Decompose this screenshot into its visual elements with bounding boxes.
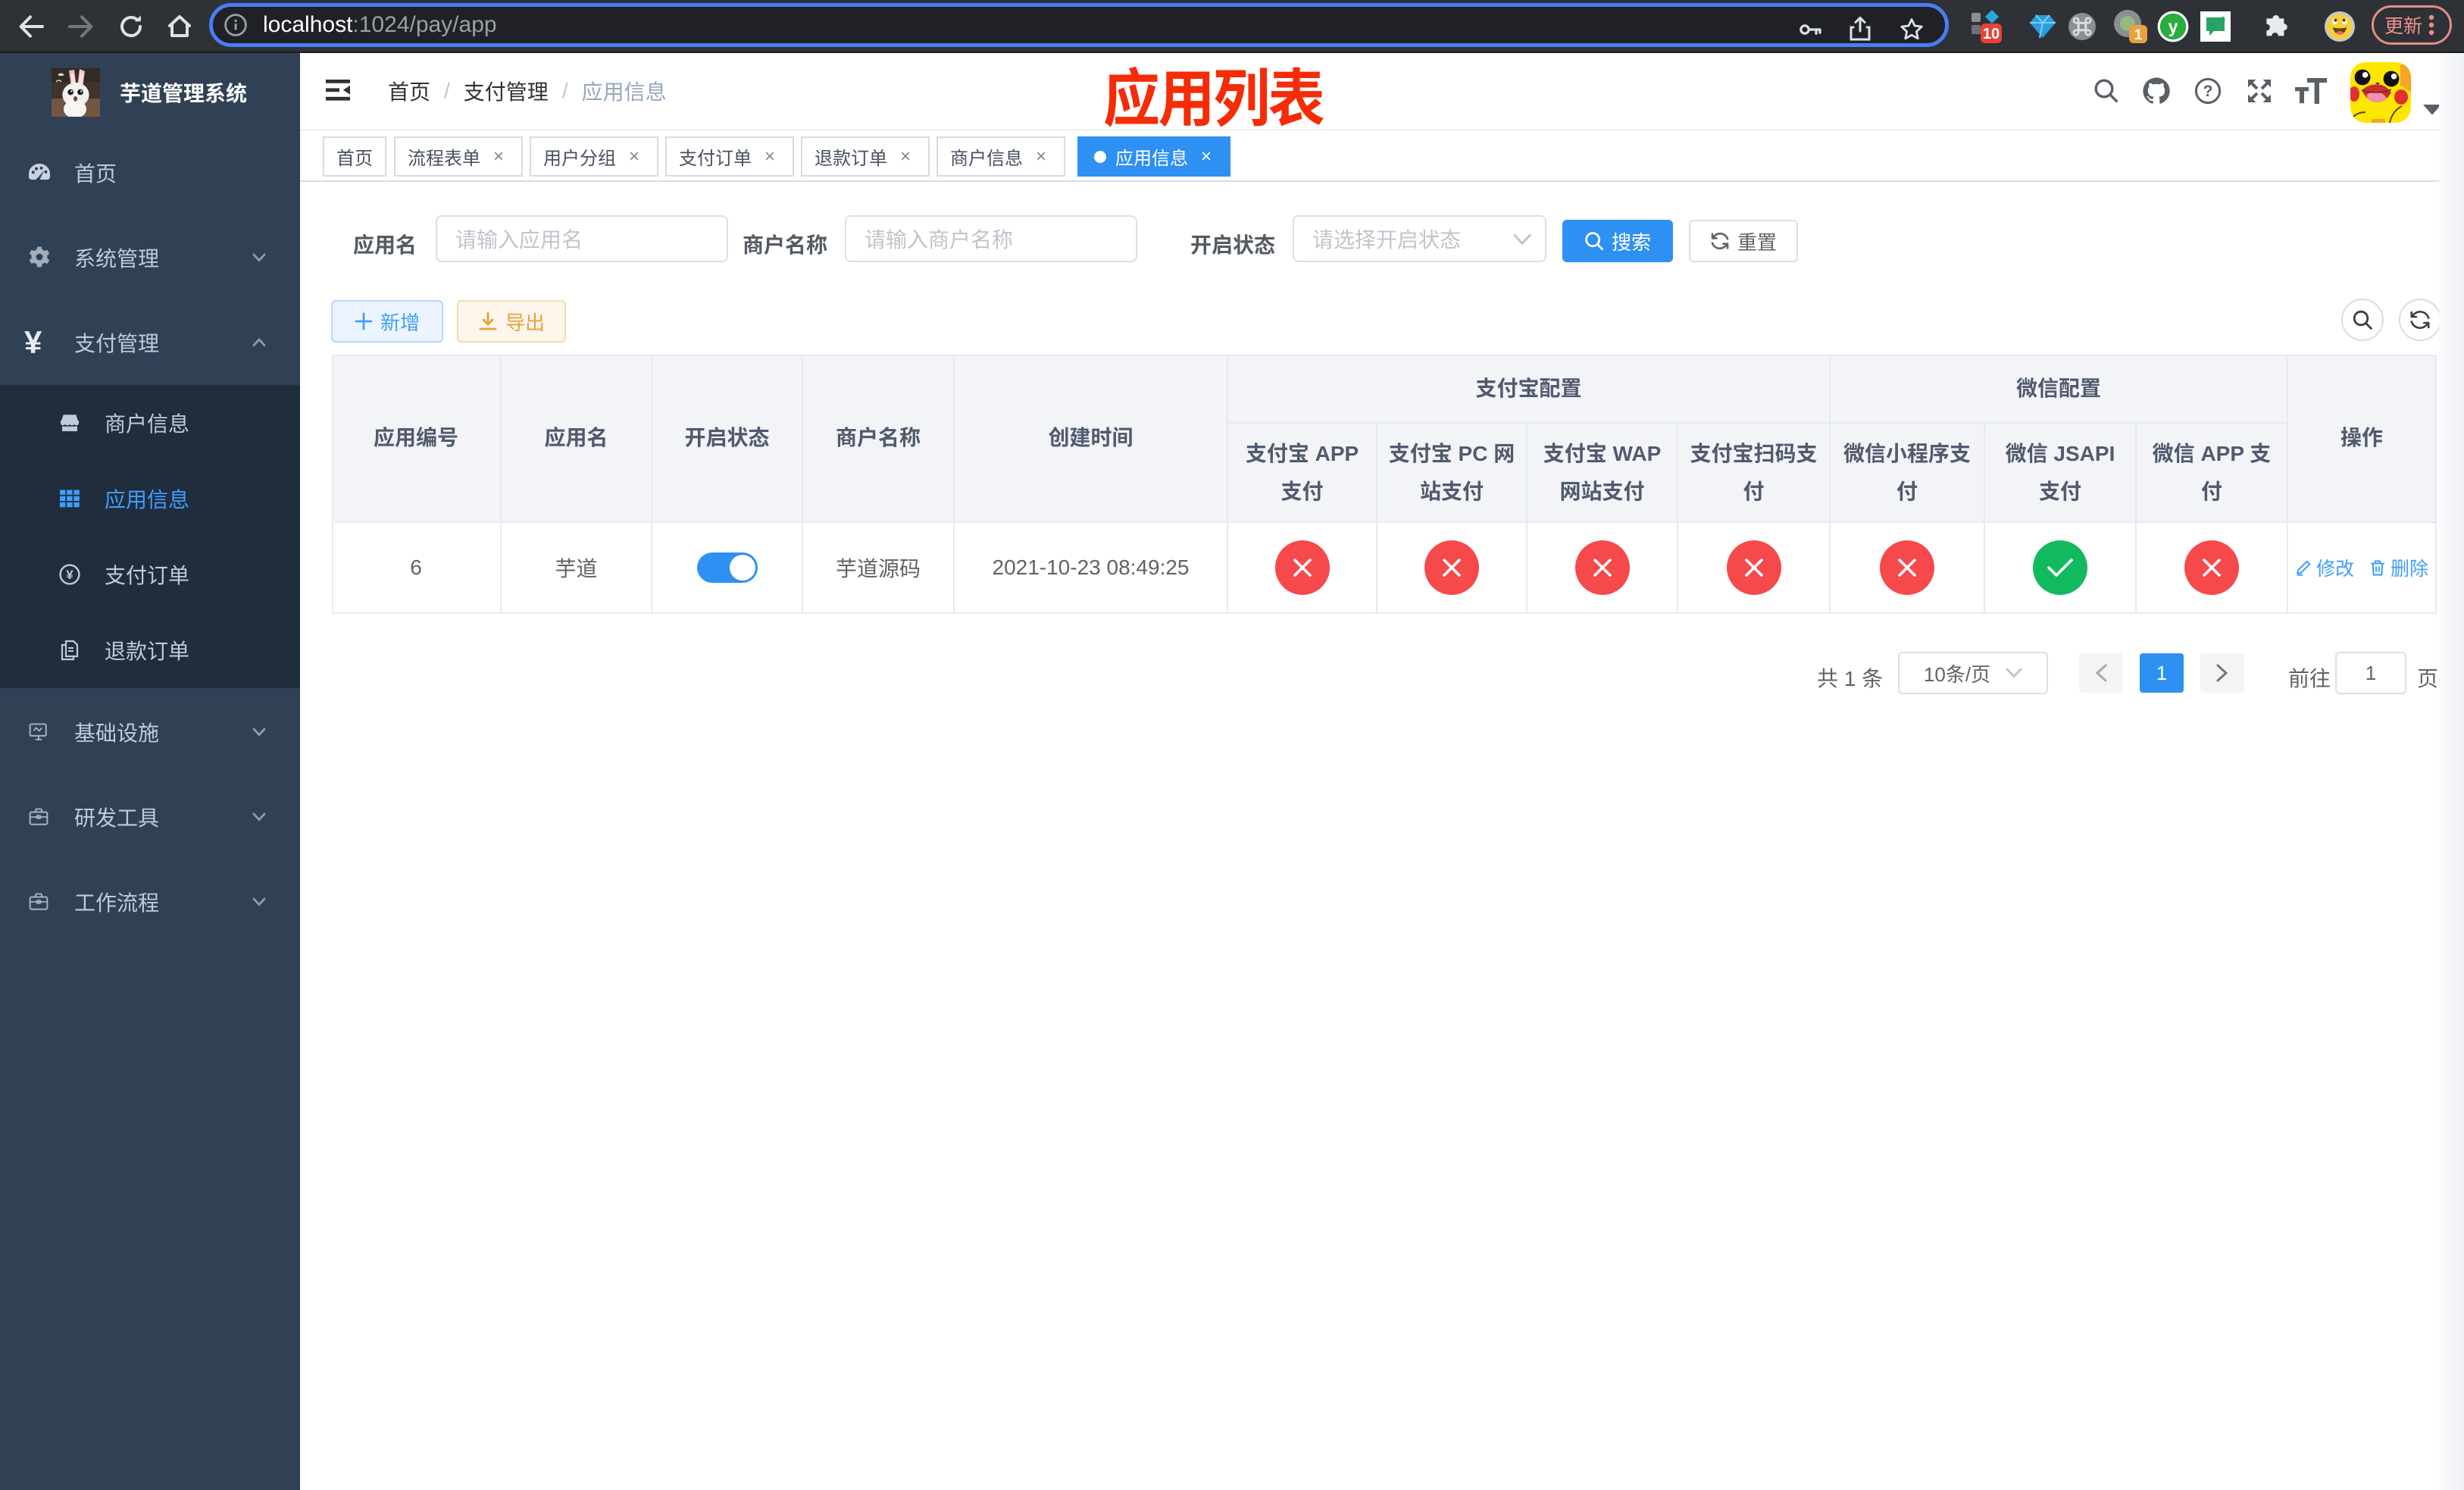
svg-text:10: 10: [1983, 26, 2000, 42]
svg-text:1: 1: [2134, 27, 2143, 43]
svg-text:?: ?: [2203, 83, 2213, 100]
svg-text:¥: ¥: [66, 568, 73, 582]
svg-text:y: y: [2169, 17, 2178, 36]
